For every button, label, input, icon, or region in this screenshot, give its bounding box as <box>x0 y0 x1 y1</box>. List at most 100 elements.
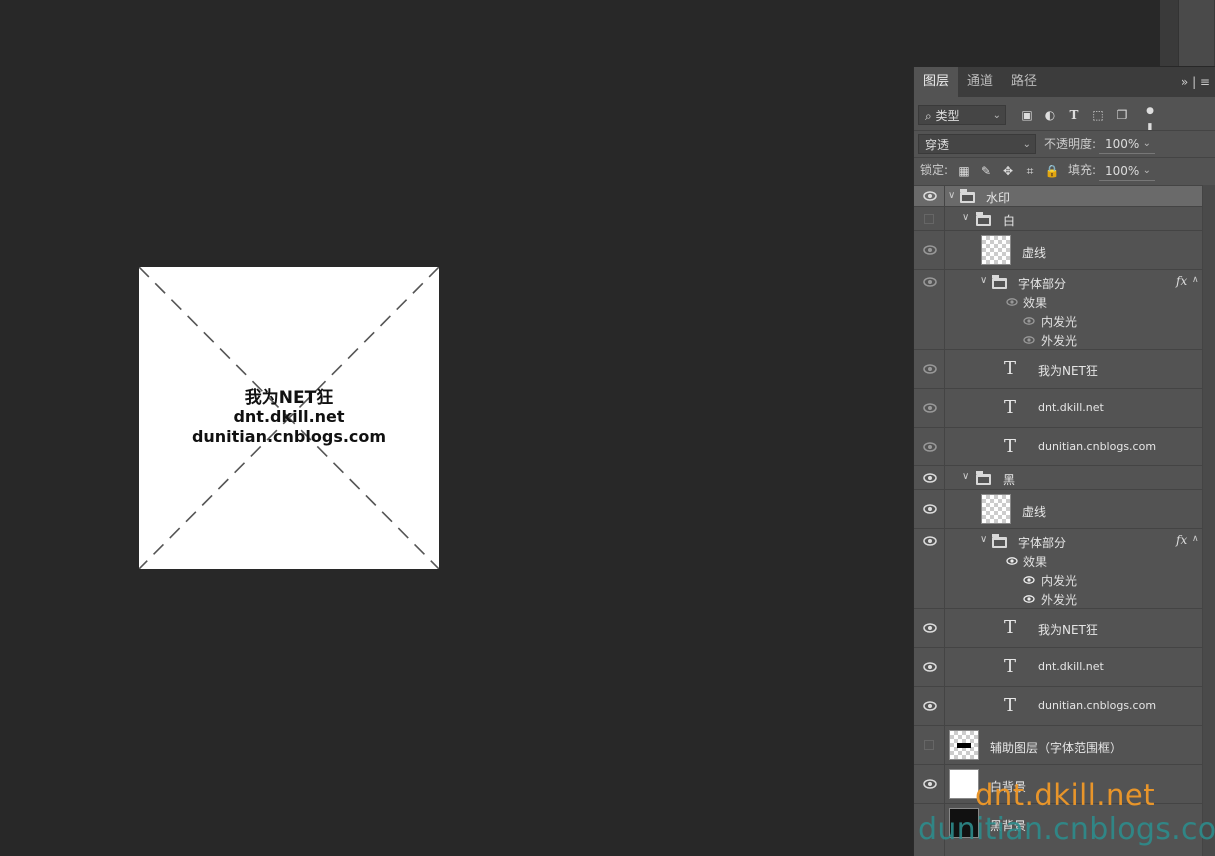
eye-icon[interactable] <box>1023 336 1035 344</box>
blend-mode-dropdown[interactable]: 穿透 ⌄ <box>918 134 1036 154</box>
visibility-toggle[interactable] <box>924 740 934 750</box>
chevron-up-icon[interactable]: ∧ <box>1192 534 1199 544</box>
layer-text-white-2[interactable]: T dnt.dkill.net <box>914 389 1202 428</box>
eye-icon[interactable] <box>1023 576 1035 584</box>
chevron-up-icon[interactable]: ∧ <box>1192 275 1199 285</box>
filter-kind-dropdown[interactable]: ⌕ 类型 ⌄ <box>918 105 1006 125</box>
panel-tabs: 图层 通道 路径 » | ≡ <box>914 67 1215 97</box>
filter-kind-label: 类型 <box>935 109 960 123</box>
type-filter-icon[interactable]: T <box>1066 107 1082 123</box>
eye-icon[interactable] <box>923 701 937 711</box>
adjustment-filter-icon[interactable]: ◐ <box>1042 107 1058 123</box>
chevron-down-icon[interactable]: ∨ <box>962 471 969 482</box>
eye-icon[interactable] <box>923 403 937 413</box>
inner-glow-label: 内发光 <box>1041 574 1078 588</box>
visibility-column <box>914 270 945 349</box>
folder-icon <box>960 189 975 203</box>
layer-text-white-3[interactable]: T dunitian.cnblogs.com <box>914 428 1202 466</box>
lock-pixels-icon[interactable]: ✎ <box>978 163 994 179</box>
eye-icon[interactable] <box>923 536 937 546</box>
eye-icon[interactable] <box>1006 298 1018 306</box>
fx-icon[interactable]: fx <box>1176 274 1187 288</box>
visibility-toggle[interactable] <box>924 214 934 224</box>
layer-text-black-3[interactable]: T dunitian.cnblogs.com <box>914 687 1202 726</box>
layer-text-white-1[interactable]: T 我为NET狂 <box>914 350 1202 389</box>
opacity-field[interactable]: 100% ⌄ <box>1099 134 1155 154</box>
image-filter-icon[interactable]: ▣ <box>1019 107 1035 123</box>
type-layer-icon: T <box>1004 695 1017 716</box>
layer-thumbnail <box>949 730 979 760</box>
layer-helper[interactable]: 辅助图层（字体范围框） <box>914 726 1202 765</box>
eye-icon[interactable] <box>923 245 937 255</box>
eye-icon[interactable] <box>1006 557 1018 565</box>
lock-all-icon[interactable]: 🔒 <box>1044 163 1060 179</box>
layer-dashed-black[interactable]: 虚线 <box>914 490 1202 529</box>
layer-text-black-1[interactable]: T 我为NET狂 <box>914 609 1202 648</box>
visibility-column <box>914 466 945 489</box>
eye-icon[interactable] <box>923 504 937 514</box>
visibility-column <box>914 609 945 647</box>
layer-name: 字体部分 <box>1018 536 1067 550</box>
outer-glow-label: 外发光 <box>1041 334 1078 348</box>
layer-group-white[interactable]: ∨ 白 <box>914 207 1202 231</box>
blend-mode-label: 穿透 <box>925 138 950 152</box>
lock-position-icon[interactable]: ✥ <box>1000 163 1016 179</box>
lock-transparency-icon[interactable]: ▦ <box>956 163 972 179</box>
overlay-watermark-blog: dunitian.cnblogs.com <box>918 812 1215 847</box>
chevron-down-icon[interactable]: ∨ <box>948 190 955 201</box>
layer-name: 辅助图层（字体范围框） <box>990 741 1123 755</box>
eye-icon[interactable] <box>1023 317 1035 325</box>
visibility-column <box>914 389 945 427</box>
eye-icon[interactable] <box>923 779 937 789</box>
layers-scrollbar[interactable] <box>1202 185 1215 856</box>
shape-filter-icon[interactable]: ⬚ <box>1090 107 1106 123</box>
layer-group-watermark[interactable]: ∨ 水印 <box>914 186 1202 207</box>
chevron-down-icon[interactable]: ∨ <box>980 275 987 286</box>
type-layer-icon: T <box>1004 436 1017 457</box>
layer-group-black[interactable]: ∨ 黑 <box>914 466 1202 490</box>
visibility-column <box>914 529 945 608</box>
visibility-column <box>914 350 945 388</box>
smart-object-filter-icon[interactable]: ❐ <box>1114 107 1130 123</box>
blend-row: 穿透 ⌄ 不透明度: 100% ⌄ <box>914 132 1215 158</box>
effects-label: 效果 <box>1023 555 1048 569</box>
layers-panel: 图层 通道 路径 » | ≡ ⌕ 类型 ⌄ ▣ ◐ T ⬚ ❐ ● ▮ 穿透 ⌄ … <box>913 67 1215 856</box>
effects-label: 效果 <box>1023 296 1048 310</box>
document-canvas[interactable]: 我为NET狂 dnt.dkill.net dunitian.cnblogs.co… <box>139 267 439 569</box>
layer-text-black-2[interactable]: T dnt.dkill.net <box>914 648 1202 687</box>
fx-icon[interactable]: fx <box>1176 533 1187 547</box>
eye-icon[interactable] <box>923 364 937 374</box>
eye-icon[interactable] <box>1023 595 1035 603</box>
eye-icon[interactable] <box>923 442 937 452</box>
layer-group-font-white[interactable]: ∨ 字体部分 fx ∧ 效果 内发光 外发光 <box>914 270 1202 350</box>
filter-toggle-icon[interactable]: ● ▮ <box>1142 103 1158 132</box>
fill-field[interactable]: 100% ⌄ <box>1099 161 1155 181</box>
layer-thumbnail <box>981 235 1011 265</box>
visibility-column <box>914 186 945 206</box>
eye-icon[interactable] <box>923 277 937 287</box>
eye-icon[interactable] <box>923 662 937 672</box>
chevron-down-icon[interactable]: ∨ <box>962 212 969 223</box>
layer-group-font-black[interactable]: ∨ 字体部分 fx ∧ 效果 内发光 外发光 <box>914 529 1202 609</box>
layer-name: dunitian.cnblogs.com <box>1038 440 1157 453</box>
top-panel-tab[interactable] <box>1178 0 1214 66</box>
chevron-down-icon: ⌄ <box>992 110 1001 121</box>
thumbnail-mark <box>957 743 971 748</box>
eye-icon[interactable] <box>923 473 937 483</box>
layer-name: 我为NET狂 <box>1038 623 1098 637</box>
eye-icon[interactable] <box>923 623 937 633</box>
tab-paths[interactable]: 路径 <box>1002 67 1046 97</box>
visibility-column <box>914 231 945 269</box>
lock-row: 锁定: ▦ ✎ ✥ ⌗ 🔒 填充: 100% ⌄ <box>914 159 1215 185</box>
tab-layers[interactable]: 图层 <box>914 67 958 97</box>
lock-artboard-icon[interactable]: ⌗ <box>1022 163 1038 179</box>
visibility-column <box>914 687 945 725</box>
eye-icon[interactable] <box>923 191 937 201</box>
layer-name: 字体部分 <box>1018 277 1067 291</box>
layer-dashed-white[interactable]: 虚线 <box>914 231 1202 270</box>
chevron-down-icon[interactable]: ∨ <box>980 534 987 545</box>
layer-name: 白 <box>1003 214 1016 228</box>
tab-channels[interactable]: 通道 <box>958 67 1002 97</box>
filter-row: ⌕ 类型 ⌄ ▣ ◐ T ⬚ ❐ ● ▮ <box>914 103 1215 132</box>
panel-menu-icon[interactable]: » | ≡ <box>1181 67 1210 97</box>
